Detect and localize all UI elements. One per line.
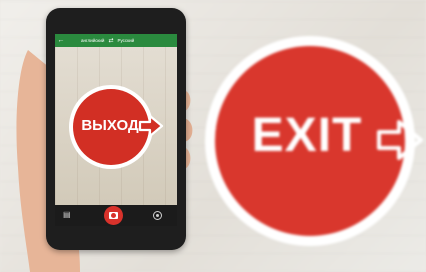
camera-lens <box>111 213 116 218</box>
sign-arrow-icon <box>138 114 164 138</box>
arrow-left-icon[interactable]: ← <box>55 34 67 47</box>
target-language[interactable]: Русский <box>117 38 134 43</box>
translated-sign-text: ВЫХОД <box>81 117 139 134</box>
phone-screen: ← английский ⇄ Русский ВЫХОД ▤ <box>55 34 177 226</box>
mode-icon[interactable] <box>153 211 162 220</box>
shutter-button[interactable] <box>104 206 123 225</box>
app-bar: ← английский ⇄ Русский <box>55 34 177 47</box>
mode-dot <box>156 214 159 217</box>
swap-arrows-icon[interactable]: ⇄ <box>108 37 113 44</box>
exit-sign-red-disc: EXIT <box>215 46 423 236</box>
bottom-bar: ▤ <box>55 205 177 226</box>
exit-arrow-icon <box>377 120 423 160</box>
exit-sign-text: EXIT <box>251 109 363 162</box>
exit-sign: EXIT <box>205 36 423 246</box>
gallery-icon[interactable]: ▤ <box>63 211 72 219</box>
source-language[interactable]: английский <box>81 38 104 43</box>
camera-viewfinder: ВЫХОД <box>55 47 177 205</box>
translated-sign: ВЫХОД <box>69 85 164 169</box>
